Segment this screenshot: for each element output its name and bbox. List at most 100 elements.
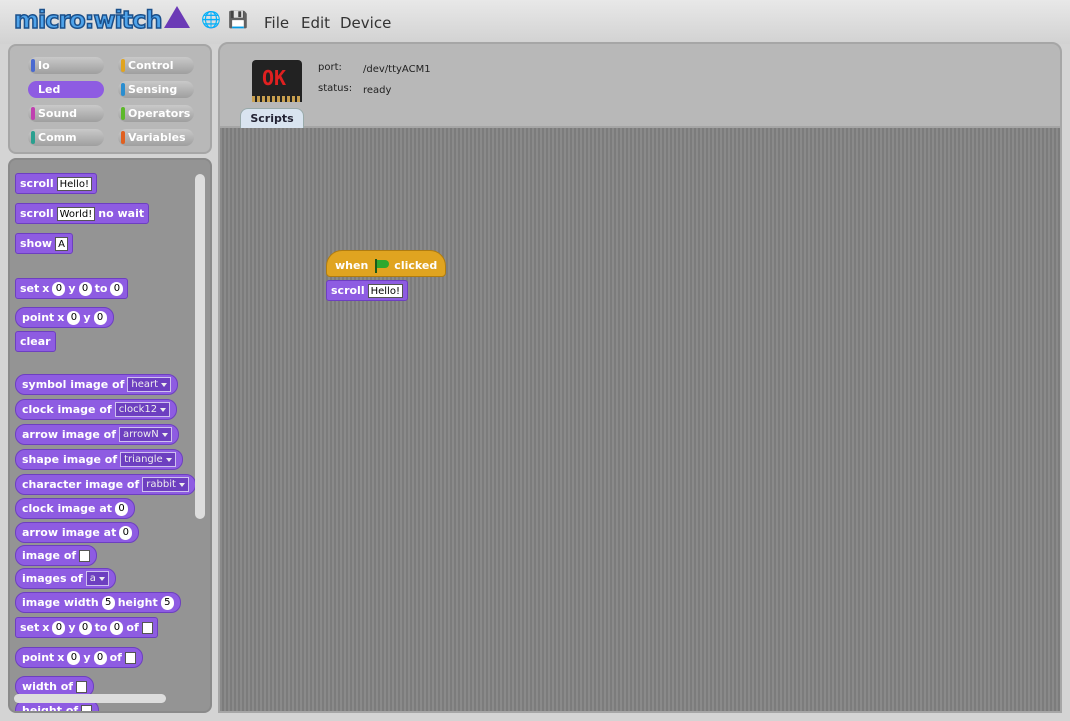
palette-horizontal-scrollbar[interactable] <box>14 694 166 703</box>
number-input[interactable]: 0 <box>119 525 133 540</box>
number-input[interactable]: 0 <box>52 281 66 296</box>
app-logo: micro:witch <box>13 5 190 36</box>
block-symbol-image-of[interactable]: symbol image of heart <box>15 374 179 395</box>
category-led[interactable]: Led <box>28 81 104 98</box>
block-point-of[interactable]: point x 0 y 0 of <box>15 647 143 668</box>
number-input[interactable]: 5 <box>101 595 115 610</box>
number-input[interactable]: 0 <box>110 620 124 635</box>
category-label: Variables <box>128 131 186 144</box>
block-label: x <box>57 311 65 324</box>
number-input[interactable]: 0 <box>78 620 92 635</box>
block-label: image width <box>22 596 99 609</box>
category-control[interactable]: Control <box>118 57 194 74</box>
block-shape-image-of[interactable]: shape image of triangle <box>15 449 183 470</box>
block-arrow-image-at[interactable]: arrow image at 0 <box>15 522 140 543</box>
block-label: point <box>22 311 55 324</box>
block-scroll[interactable]: scroll Hello! <box>15 173 97 194</box>
block-set-xy-of[interactable]: set x 0 y 0 to 0 of <box>15 617 158 638</box>
number-input[interactable]: 0 <box>78 281 92 296</box>
number-input[interactable]: 0 <box>93 310 107 325</box>
block-clear[interactable]: clear <box>15 331 56 352</box>
tab-scripts[interactable]: Scripts <box>240 108 304 129</box>
status-label: status: <box>318 83 353 94</box>
dropdown[interactable]: a <box>85 571 109 586</box>
board-display-text: OK <box>262 66 287 90</box>
text-input[interactable]: Hello! <box>56 176 92 191</box>
text-input[interactable]: Hello! <box>367 283 403 298</box>
block-label: when <box>335 259 369 272</box>
block-scroll-no-wait[interactable]: scroll World! no wait <box>15 203 150 224</box>
category-label: Sound <box>38 107 78 120</box>
save-icon[interactable]: 💾 <box>228 12 248 30</box>
block-label: x <box>42 282 50 295</box>
category-color-tick <box>121 107 125 120</box>
dropdown[interactable]: rabbit <box>142 477 189 492</box>
block-label: clicked <box>394 259 438 272</box>
category-color-tick <box>121 83 125 96</box>
category-variables[interactable]: Variables <box>118 129 194 146</box>
dropdown[interactable]: arrowN <box>118 427 172 442</box>
category-label: Io <box>38 59 50 72</box>
category-io[interactable]: Io <box>28 57 104 74</box>
category-color-tick <box>121 131 125 144</box>
status-value: ready <box>363 85 392 96</box>
text-input[interactable]: World! <box>56 206 96 221</box>
block-arrow-image-of[interactable]: arrow image of arrowN <box>15 424 179 445</box>
image-input[interactable] <box>76 680 88 693</box>
image-input[interactable] <box>141 621 153 634</box>
palette-vertical-scrollbar[interactable] <box>195 174 205 519</box>
number-input[interactable]: 0 <box>67 650 81 665</box>
dropdown[interactable]: heart <box>127 377 172 392</box>
block-point[interactable]: point x 0 y 0 <box>15 307 114 328</box>
category-sensing[interactable]: Sensing <box>118 81 194 98</box>
category-label: Sensing <box>128 83 178 96</box>
block-label: arrow image at <box>22 526 117 539</box>
microbit-board-icon: OK <box>252 60 302 102</box>
number-input[interactable]: 0 <box>115 501 129 516</box>
block-label: show <box>20 237 53 250</box>
when-flag-clicked-block[interactable]: when clicked <box>326 250 447 277</box>
block-label: height <box>117 596 158 609</box>
category-sound[interactable]: Sound <box>28 105 104 122</box>
menu-edit[interactable]: Edit <box>301 14 330 32</box>
block-image-width-height[interactable]: image width 5 height 5 <box>15 592 181 613</box>
globe-icon[interactable]: 🌐 <box>201 12 221 30</box>
block-label: symbol image of <box>22 378 125 391</box>
image-input[interactable] <box>79 549 91 562</box>
image-input[interactable] <box>124 651 136 664</box>
block-clock-image-at[interactable]: clock image at 0 <box>15 498 136 519</box>
number-input[interactable]: 0 <box>67 310 81 325</box>
number-input[interactable]: 5 <box>160 595 174 610</box>
dropdown[interactable]: clock12 <box>114 402 171 417</box>
block-character-image-of[interactable]: character image of rabbit <box>15 474 196 495</box>
block-image-of[interactable]: image of <box>15 545 98 566</box>
block-images-of[interactable]: images of a <box>15 568 116 589</box>
block-label: clock image at <box>22 502 113 515</box>
number-input[interactable]: 0 <box>93 650 107 665</box>
menu-device[interactable]: Device <box>340 14 391 32</box>
category-label: Control <box>128 59 174 72</box>
menu-file[interactable]: File <box>264 14 289 32</box>
block-label: to <box>94 282 108 295</box>
block-label: x <box>57 651 65 664</box>
block-set-xy[interactable]: set x 0 y 0 to 0 <box>15 278 129 299</box>
category-comm[interactable]: Comm <box>28 129 104 146</box>
block-label: scroll <box>20 207 54 220</box>
category-color-tick <box>31 59 35 72</box>
block-label: clock image of <box>22 403 112 416</box>
category-color-tick <box>31 131 35 144</box>
dropdown[interactable]: triangle <box>120 452 176 467</box>
number-input[interactable]: 0 <box>110 281 124 296</box>
block-label: character image of <box>22 478 140 491</box>
scripts-area[interactable]: when clicked scroll Hello! <box>218 128 1062 713</box>
script-scroll-block[interactable]: scroll Hello! <box>326 280 408 301</box>
text-input[interactable]: A <box>55 236 68 251</box>
number-input[interactable]: 0 <box>52 620 66 635</box>
block-clock-image-of[interactable]: clock image of clock12 <box>15 399 178 420</box>
block-show[interactable]: show A <box>15 233 73 254</box>
category-operators[interactable]: Operators <box>118 105 194 122</box>
block-label: of <box>126 621 139 634</box>
port-label: port: <box>318 62 342 73</box>
image-input[interactable] <box>81 704 93 711</box>
category-label: Comm <box>38 131 77 144</box>
